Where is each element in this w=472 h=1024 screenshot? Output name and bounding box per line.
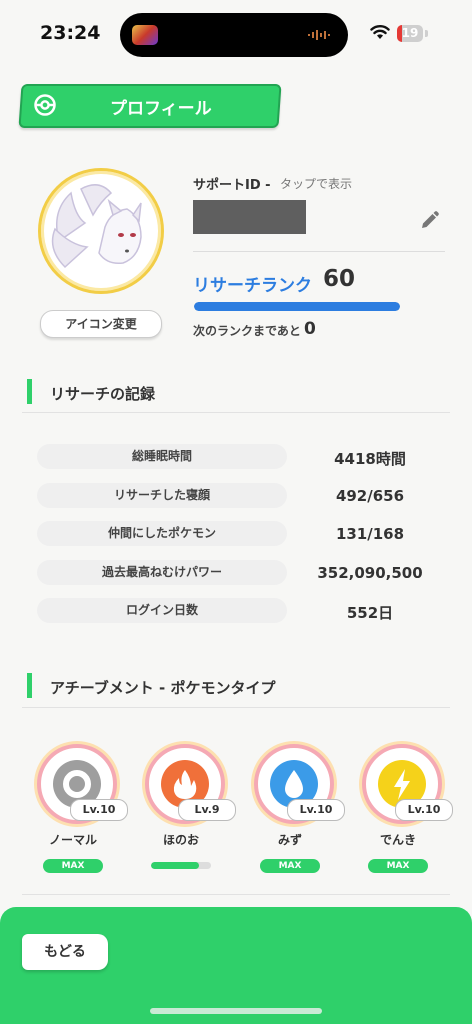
next-rank-value: 0 — [304, 319, 316, 339]
support-id-label: サポートID - — [193, 178, 271, 193]
home-indicator[interactable] — [150, 1008, 322, 1014]
record-label: ログイン日数 — [37, 598, 287, 623]
badge-name: ノーマル — [48, 833, 97, 847]
record-label: 過去最高ねむけパワー — [37, 560, 287, 585]
masked-support-id[interactable] — [193, 200, 306, 234]
badge-progress-fill — [151, 862, 199, 869]
research-rank-value: 60 — [323, 266, 356, 292]
max-badge: MAX — [260, 859, 320, 873]
support-id-reveal-link[interactable]: タップで表示 — [280, 175, 352, 192]
max-badge: MAX — [368, 859, 428, 873]
live-activity-app-icon — [132, 25, 158, 45]
record-value: 131/168 — [335, 525, 405, 543]
wifi-icon — [370, 25, 390, 39]
badge-name: ほのお — [162, 833, 199, 847]
next-rank-label: 次のランクまであと — [193, 324, 301, 338]
research-rank-label: リサーチランク — [193, 276, 312, 296]
section-divider — [22, 894, 450, 895]
record-label: リサーチした寝顔 — [37, 483, 287, 508]
badge-name: でんき — [379, 833, 416, 847]
rank-progress-fill — [194, 302, 400, 311]
badge-level: Lv.9 — [178, 799, 236, 821]
record-label: 総睡眠時間 — [37, 444, 287, 469]
record-value: 492/656 — [335, 487, 405, 505]
ninetales-avatar-icon — [51, 184, 142, 269]
badge-level: Lv.10 — [287, 799, 345, 821]
page-title: プロフィール — [110, 99, 212, 119]
change-icon-button[interactable]: アイコン変更 — [40, 310, 162, 338]
rank-progress-bar — [194, 302, 400, 311]
pencil-edit-icon[interactable] — [418, 210, 440, 232]
records-section-title: リサーチの記録 — [50, 385, 156, 403]
pokeball-icon — [34, 94, 56, 116]
record-label: 仲間にしたポケモン — [37, 521, 287, 546]
badge-level: Lv.10 — [70, 799, 128, 821]
record-value: 552日 — [346, 604, 394, 622]
battery-indicator: 19 — [397, 25, 423, 42]
record-value: 352,090,500 — [317, 564, 423, 582]
achievements-section-title: アチーブメント - ポケモンタイプ — [50, 679, 276, 697]
section-marker — [27, 673, 32, 698]
avatar[interactable] — [38, 168, 164, 294]
section-divider — [22, 412, 450, 413]
battery-percent: 19 — [401, 26, 419, 40]
badge-name: みず — [277, 833, 302, 847]
battery-tip — [425, 30, 428, 37]
section-marker — [27, 379, 32, 404]
badge-level: Lv.10 — [395, 799, 453, 821]
badge-progress-bar — [151, 862, 211, 869]
dynamic-island — [120, 13, 348, 57]
audio-wave-icon — [308, 30, 330, 40]
section-divider — [22, 707, 450, 708]
divider — [193, 251, 445, 252]
status-time: 23:24 — [40, 22, 101, 44]
record-value: 4418時間 — [334, 450, 406, 468]
back-button[interactable]: もどる — [22, 934, 108, 970]
max-badge: MAX — [43, 859, 103, 873]
